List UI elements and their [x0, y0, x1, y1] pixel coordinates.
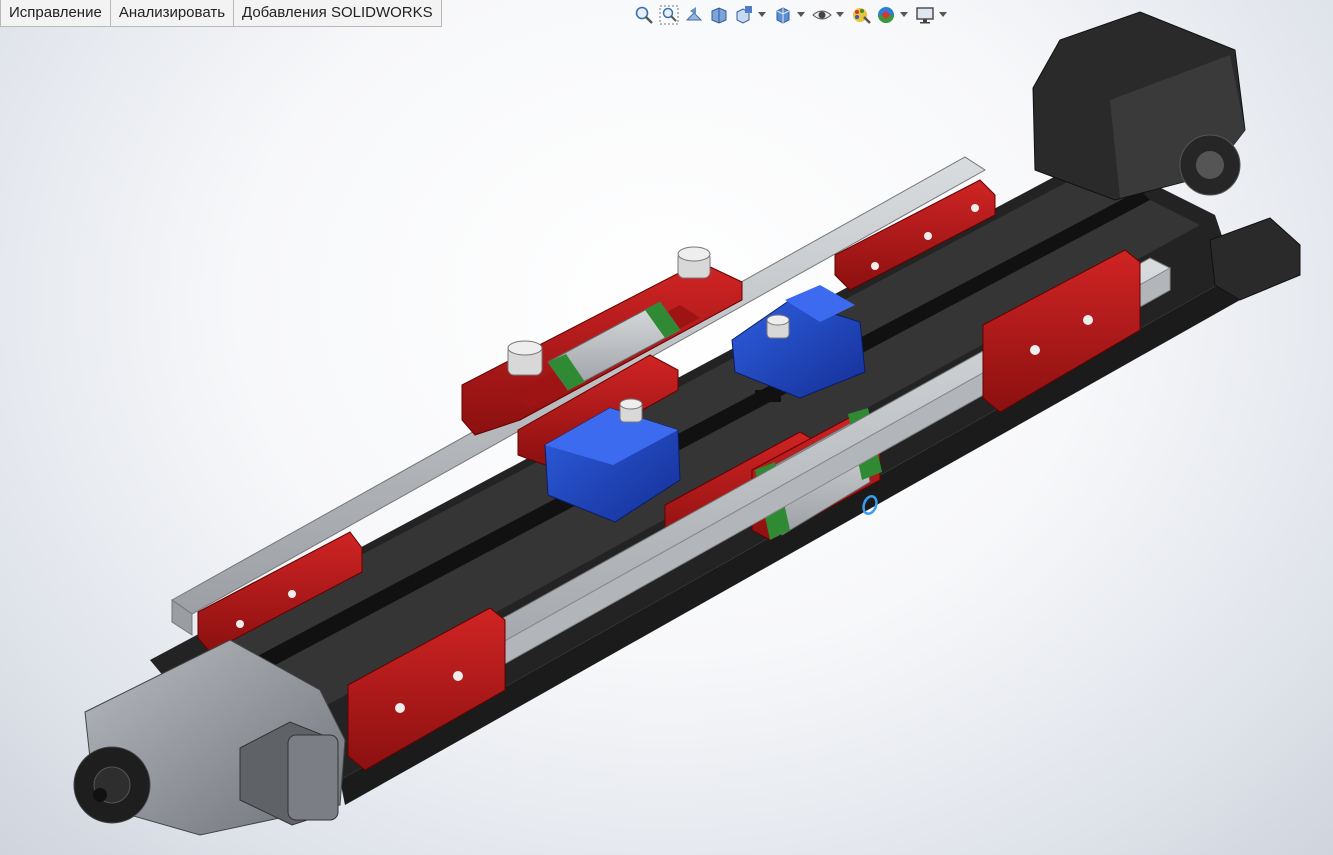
- view-settings-dropdown-icon[interactable]: [939, 4, 947, 26]
- view-orientation-dropdown-icon[interactable]: [758, 4, 766, 26]
- view-settings-icon[interactable]: [914, 4, 936, 26]
- tab-solidworks-addins[interactable]: Добавления SOLIDWORKS: [234, 0, 442, 27]
- edit-appearance-icon[interactable]: [850, 4, 872, 26]
- hide-show-items-icon[interactable]: [811, 4, 833, 26]
- tab-evaluate[interactable]: Исправление: [0, 0, 111, 27]
- graphics-area[interactable]: [0, 0, 1333, 855]
- section-view-icon[interactable]: [708, 4, 730, 26]
- zoom-to-area-icon[interactable]: [658, 4, 680, 26]
- display-style-icon[interactable]: [772, 4, 794, 26]
- previous-view-icon[interactable]: [683, 4, 705, 26]
- hide-show-dropdown-icon[interactable]: [836, 4, 844, 26]
- heads-up-view-toolbar: [633, 3, 953, 27]
- zoom-to-fit-icon[interactable]: [633, 4, 655, 26]
- view-orientation-icon[interactable]: [733, 4, 755, 26]
- display-style-dropdown-icon[interactable]: [797, 4, 805, 26]
- tab-analyze[interactable]: Анализировать: [110, 0, 235, 27]
- apply-scene-dropdown-icon[interactable]: [900, 4, 908, 26]
- command-manager-tabs: Исправление Анализировать Добавления SOL…: [0, 0, 442, 27]
- apply-scene-icon[interactable]: [875, 4, 897, 26]
